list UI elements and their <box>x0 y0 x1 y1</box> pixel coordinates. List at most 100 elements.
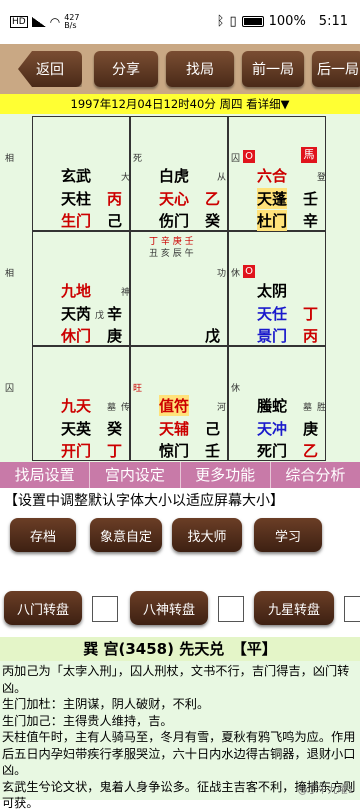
god-turntable-button[interactable]: 八神转盘 <box>130 591 208 625</box>
back-button[interactable]: 返回 <box>18 51 82 87</box>
star-stem: 壬 <box>303 190 319 208</box>
star-stem: 丁 <box>303 305 319 323</box>
god-note: 大 <box>121 173 131 183</box>
share-button[interactable]: 分享 <box>94 51 158 87</box>
god-label: 九天 <box>61 397 92 415</box>
qimen-board: 相 玄武 大 天柱 丙 生门 己 死 白虎 从 天心 乙 伤门 癸 囚 O 馬 … <box>0 114 360 462</box>
find-ju-button[interactable]: 找局 <box>166 51 234 87</box>
door-label: 杜门 <box>257 210 288 231</box>
star-label: 天辅 <box>159 420 190 438</box>
god-turntable-checkbox[interactable] <box>218 596 244 622</box>
door-label: 伤门 <box>159 212 190 230</box>
god-label: 六合 <box>257 167 288 185</box>
god-note-2: 墓 <box>303 403 313 413</box>
info-line: 生门加杜：主阴谋，阴人破财，不利。 <box>2 697 210 711</box>
star-turntable-checkbox[interactable] <box>344 596 360 622</box>
door-stem: 壬 <box>205 442 221 460</box>
find-master-button[interactable]: 找大师 <box>172 518 242 552</box>
god-label: 太阴 <box>257 282 288 300</box>
palace-state: 囚 <box>231 154 241 164</box>
palace-state: 相 <box>5 154 15 164</box>
palace-qian[interactable]: 休 螣蛇 墓 胜 天冲 庚 死门 乙 <box>228 346 326 461</box>
door-label: 生门 <box>61 212 92 230</box>
palace-state: 休 <box>231 384 241 394</box>
font-size-hint: 【设置中调整默认字体大小以适应屏幕大小】 <box>4 493 284 509</box>
star-stem: 庚 <box>303 420 319 438</box>
palace-gen[interactable]: 囚 九天 墓 传 天英 癸 开门 丁 <box>5 346 131 461</box>
next-ju-button[interactable]: 后一局 <box>312 51 360 87</box>
star-label: 天蓬 <box>257 188 288 209</box>
palace-kan[interactable]: 旺 值符 河 天辅 己 惊门 壬 <box>130 346 228 461</box>
palace-info-panel: 巽 宫(3458) 先天兑 【平】 丙加己为「太孛入刑」，囚人刑杖，文书不行，吉… <box>0 637 360 810</box>
god-label: 白虎 <box>159 167 190 185</box>
door-label: 休门 <box>61 327 92 345</box>
god-note: 胜 <box>317 403 327 413</box>
star-stem: 癸 <box>107 420 123 438</box>
god-note: 登 <box>317 173 327 183</box>
top-nav-bar: 返回 分享 找局 前一局 后一局 <box>0 44 360 94</box>
star-label: 天任 <box>257 305 288 323</box>
god-note: 传 <box>121 403 131 413</box>
signal-icon <box>31 17 46 27</box>
god-label: 九地 <box>61 282 92 300</box>
door-stem: 辛 <box>303 212 319 230</box>
god-note: 从 <box>217 173 227 183</box>
save-button[interactable]: 存档 <box>10 518 76 552</box>
star-turntable-button[interactable]: 九星转盘 <box>254 591 334 625</box>
god-label: 玄武 <box>61 167 92 185</box>
palace-state: 功 <box>217 269 227 279</box>
palace-settings-tab[interactable]: 宫内设定 <box>90 462 181 488</box>
center-stem: 戊 <box>205 327 221 345</box>
hd-icon: HD <box>10 16 28 28</box>
star-stem: 乙 <box>205 190 221 208</box>
date-bar[interactable]: 1997年12月04日12时40分 周四 看详细▼ <box>0 94 360 114</box>
palace-li[interactable]: 死 白虎 从 天心 乙 伤门 癸 <box>130 116 228 231</box>
star-label: 天芮 <box>61 305 92 323</box>
battery-icon <box>241 16 264 27</box>
palace-kun[interactable]: 囚 O 馬 六合 登 天蓬 壬 杜门 辛 <box>228 116 326 231</box>
star-label: 天英 <box>61 420 92 438</box>
more-functions-tab[interactable]: 更多功能 <box>181 462 271 488</box>
door-stem: 丁 <box>107 442 123 460</box>
void-marker: O <box>243 150 255 163</box>
ganzhi-branches: 丑 亥 辰 午 <box>149 249 194 259</box>
god-note: 神 <box>121 288 131 298</box>
void-marker: O <box>243 265 255 278</box>
door-stem: 乙 <box>303 442 319 460</box>
palace-state: 相 <box>5 269 15 279</box>
status-bar: HD ◠ 427 B/s ᛒ ▯ 100% 5:11 <box>0 0 360 44</box>
palace-state: 旺 <box>133 384 143 394</box>
door-label: 景门 <box>257 327 288 345</box>
palace-state: 死 <box>133 154 143 164</box>
palace-zhen[interactable]: 相 九地 神 天芮 戊 辛 休门 庚 <box>5 231 131 346</box>
palace-xun[interactable]: 相 玄武 大 天柱 丙 生门 己 <box>5 116 131 231</box>
bluetooth-icon: ᛒ <box>216 14 225 29</box>
star-stem: 丙 <box>107 190 123 208</box>
find-settings-tab[interactable]: 找局设置 <box>0 462 91 488</box>
star-label: 天冲 <box>257 420 288 438</box>
palace-center[interactable]: 丁 辛 庚 壬 丑 亥 辰 午 功 戊 <box>130 231 228 346</box>
analysis-tab[interactable]: 综合分析 <box>271 462 360 488</box>
palace-info-title: 巽 宫(3458) 先天兑 【平】 <box>0 637 360 661</box>
door-turntable-checkbox[interactable] <box>92 596 118 622</box>
door-label: 开门 <box>61 442 92 460</box>
info-line: 天柱值午时，主有人骑马至，冬月有雪，夏秋有鸦飞鸣为应。作用后五日内孕妇带疾行孝服… <box>2 730 356 777</box>
horse-star-marker: 馬 <box>301 147 317 163</box>
god-label: 值符 <box>159 395 190 416</box>
door-label: 惊门 <box>159 442 190 460</box>
door-label: 死门 <box>257 442 288 460</box>
function-bar: 找局设置 宫内设定 更多功能 综合分析 <box>0 462 360 488</box>
god-note: 河 <box>217 403 227 413</box>
info-line: 生门加己：主得贵人维持，吉。 <box>2 713 173 728</box>
network-speed: 427 B/s <box>64 13 80 30</box>
info-line: 丙加己为「太孛入刑」，囚人刑杖，文书不行，吉门得吉，凶门转凶。 <box>2 664 350 695</box>
door-turntable-button[interactable]: 八门转盘 <box>4 591 82 625</box>
door-stem: 癸 <box>205 212 221 230</box>
prev-ju-button[interactable]: 前一局 <box>242 51 304 87</box>
custom-meaning-button[interactable]: 象意自定 <box>90 518 162 552</box>
door-stem: 丙 <box>303 327 319 345</box>
palace-dui[interactable]: 休 O 太阴 天任 丁 景门 丙 <box>228 231 326 346</box>
battery-level: 100% <box>268 14 306 29</box>
door-stem: 庚 <box>107 327 123 345</box>
learn-button[interactable]: 学习 <box>254 518 322 552</box>
